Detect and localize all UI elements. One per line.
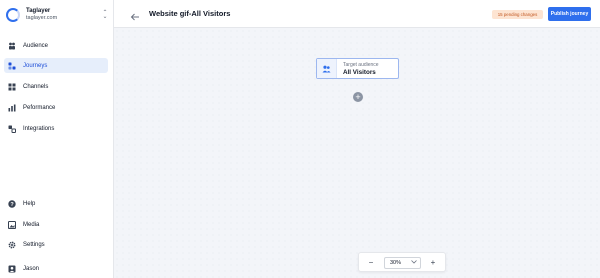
sidebar-item-label: Media [23, 221, 40, 228]
sidebar-item-label: Audience [23, 42, 49, 49]
sidebar-item-media[interactable]: Media [4, 217, 108, 232]
page-title: Website gif-All Visitors [149, 9, 231, 18]
journey-canvas[interactable]: Target audience All Visitors + − 30% + [114, 28, 600, 278]
zoom-out-button[interactable]: − [365, 257, 377, 269]
sidebar-item-audience[interactable]: Audience [4, 38, 108, 53]
chevron-down-icon [411, 260, 417, 266]
help-icon: ? [8, 199, 16, 208]
workspace-domain: taglayer.com [26, 15, 58, 21]
channels-icon [8, 83, 16, 91]
sidebar: Taglayer taglayer.com ⌃ ⌄ Audience Journe… [0, 0, 114, 278]
sidebar-item-label: Peformance [23, 104, 56, 111]
node-label: Target audience [343, 62, 379, 68]
user-name: Jason [23, 265, 40, 272]
journeys-icon [8, 62, 16, 70]
workspace-switcher[interactable]: Taglayer taglayer.com ⌃ ⌄ [6, 6, 108, 24]
back-arrow-icon[interactable] [130, 9, 140, 21]
page-header: Website gif-All Visitors 15 pending chan… [114, 0, 600, 28]
sidebar-item-journeys[interactable]: Journeys [4, 58, 108, 73]
sidebar-item-channels[interactable]: Channels [4, 79, 108, 94]
zoom-controls: − 30% + [358, 252, 446, 272]
sidebar-item-settings[interactable]: Settings [4, 237, 108, 252]
settings-icon [8, 241, 16, 249]
sidebar-item-label: Settings [23, 241, 45, 248]
audience-icon [317, 59, 337, 78]
zoom-level-value: 30% [390, 260, 402, 266]
performance-icon [8, 104, 16, 112]
sidebar-item-label: Help [23, 200, 36, 207]
sidebar-item-performance[interactable]: Peformance [4, 100, 108, 115]
sidebar-item-label: Channels [23, 83, 49, 90]
chevron-updown-icon[interactable]: ⌃ ⌄ [102, 10, 108, 20]
integrations-icon [8, 125, 16, 133]
workspace-logo-icon [6, 8, 20, 22]
add-step-button[interactable]: + [353, 92, 363, 102]
zoom-in-button[interactable]: + [427, 257, 439, 269]
sidebar-item-user[interactable]: Jason [4, 261, 108, 276]
zoom-level-select[interactable]: 30% [384, 257, 421, 269]
media-icon [8, 220, 16, 229]
sidebar-item-help[interactable]: ? Help [4, 196, 108, 211]
target-audience-node[interactable]: Target audience All Visitors [316, 58, 399, 79]
node-value: All Visitors [343, 69, 376, 76]
sidebar-item-label: Journeys [23, 62, 48, 69]
sidebar-item-label: Integrations [23, 125, 55, 132]
sidebar-item-integrations[interactable]: Integrations [4, 121, 108, 136]
pending-changes-badge: 15 pending changes [492, 10, 543, 19]
user-icon [8, 265, 16, 273]
workspace-name: Taglayer [26, 8, 51, 14]
publish-journey-button[interactable]: Publish journey [548, 7, 591, 21]
audience-icon [8, 42, 16, 50]
